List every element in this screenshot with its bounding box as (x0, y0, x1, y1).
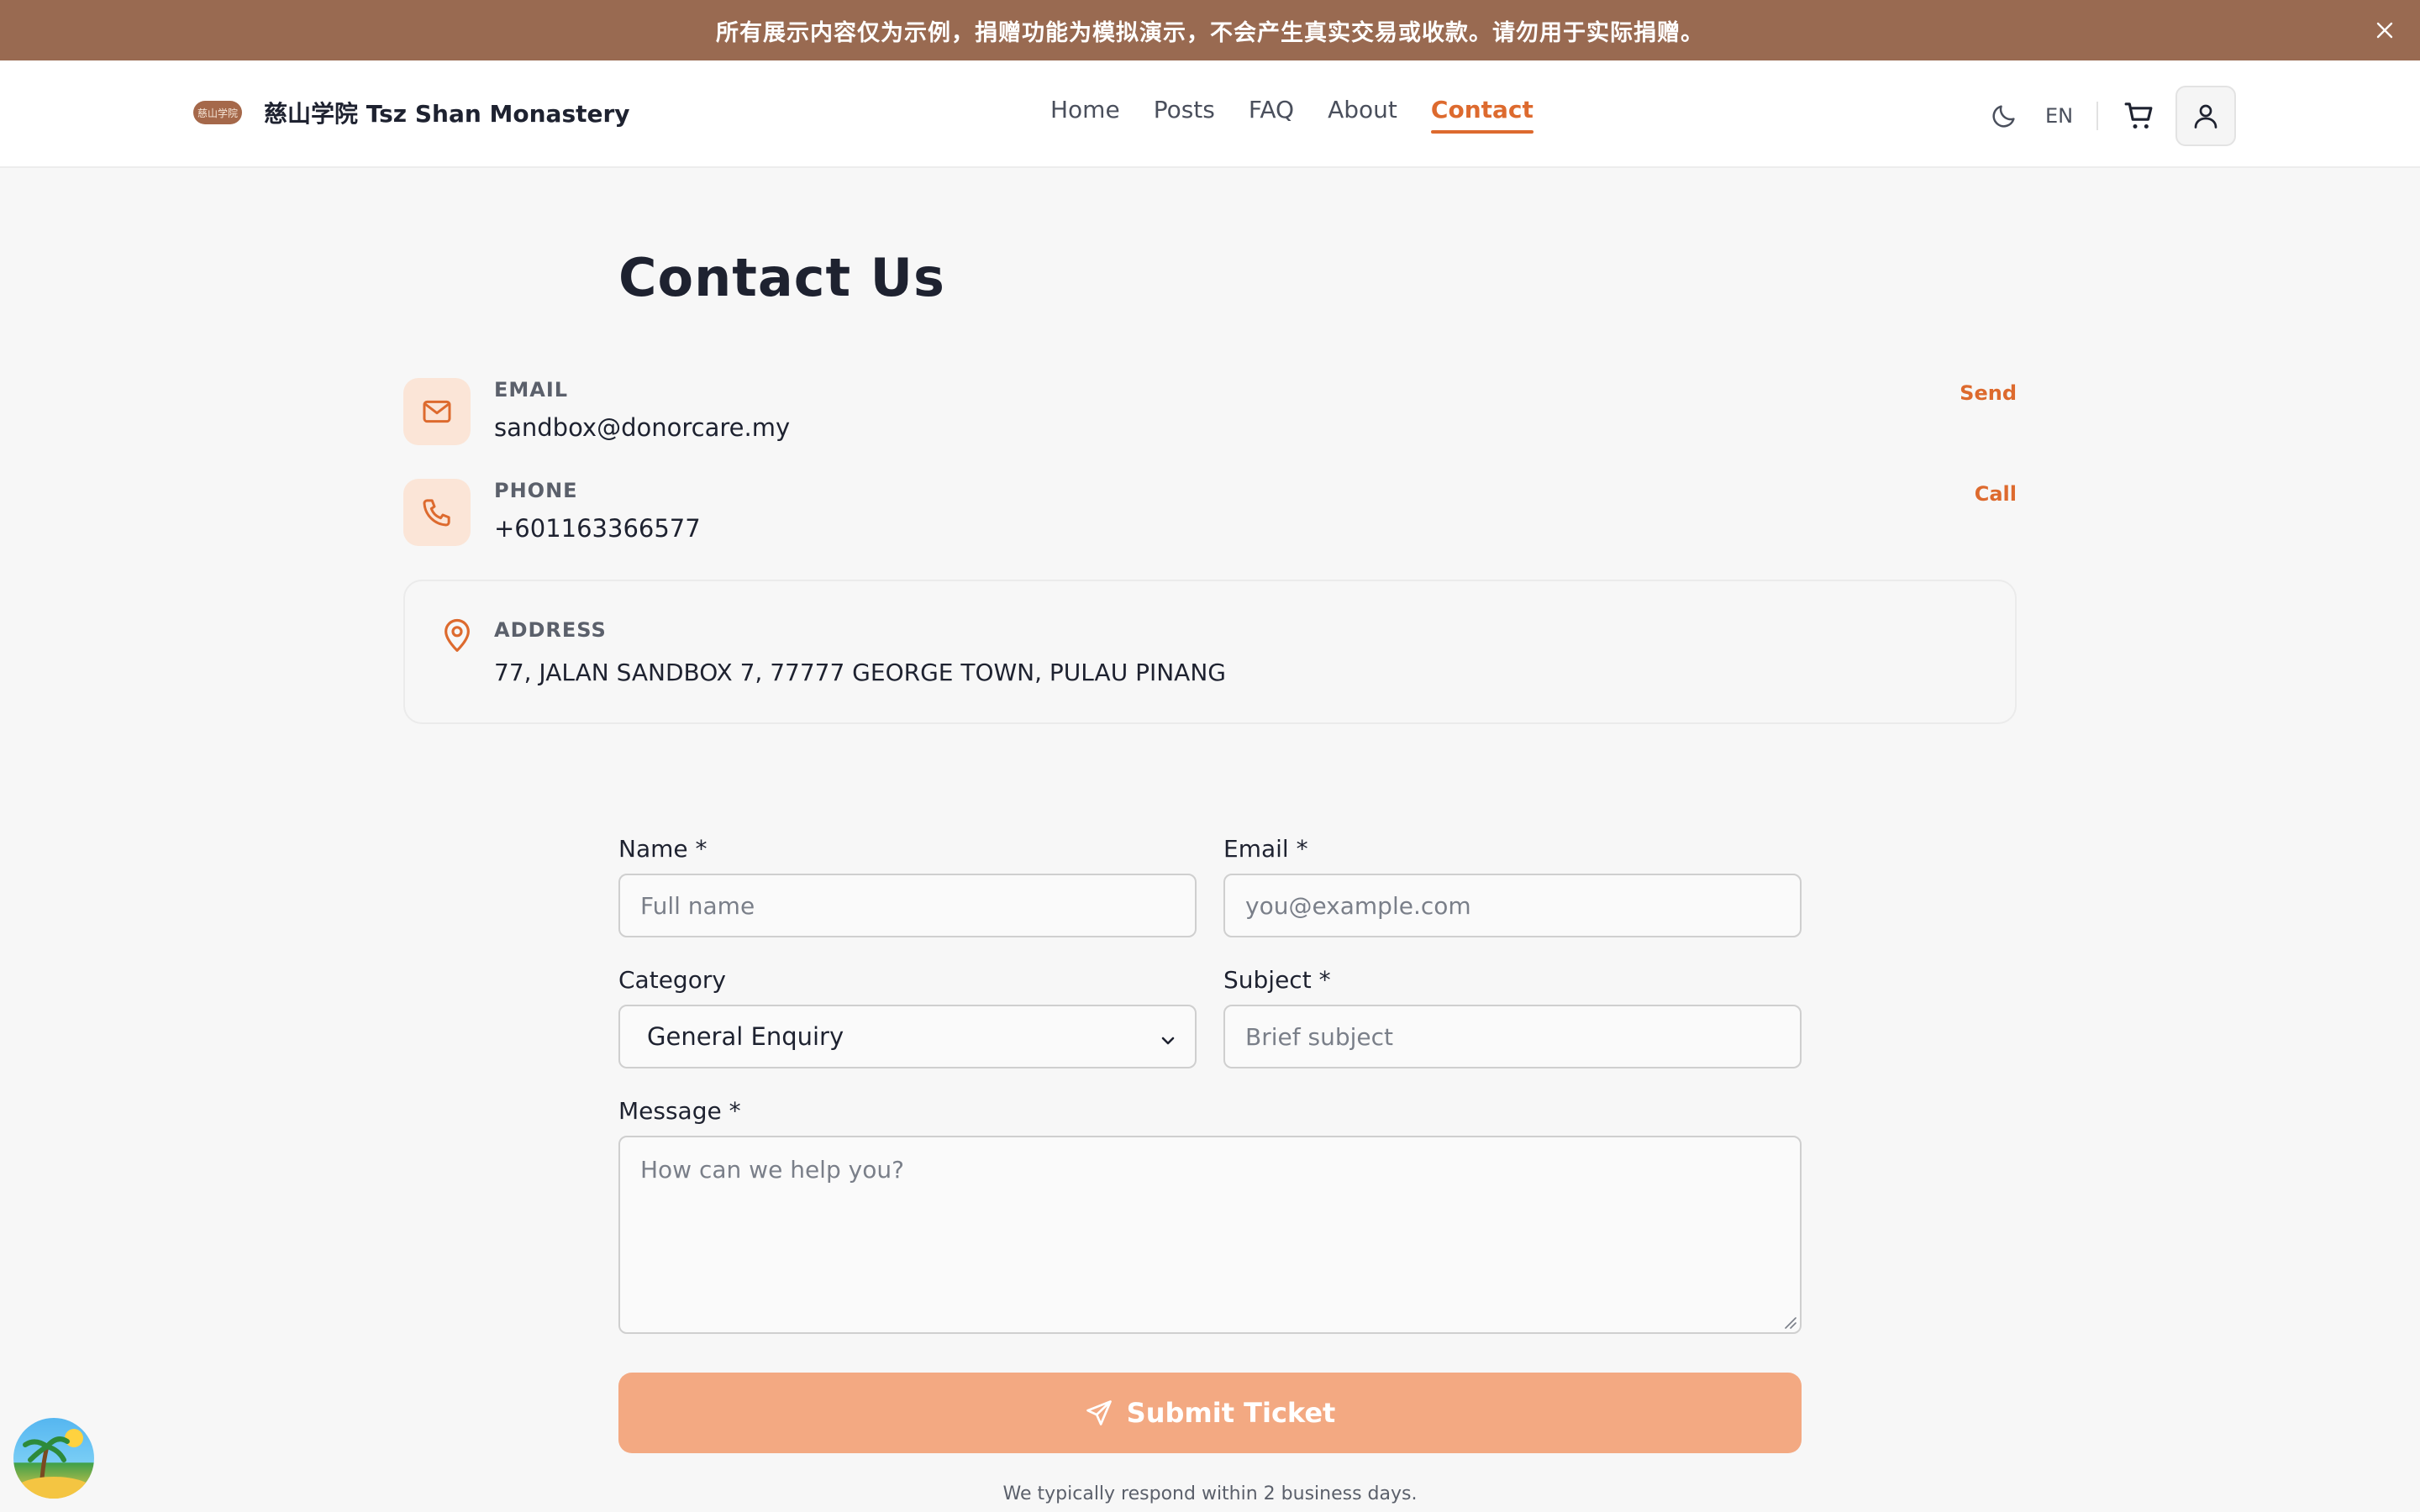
site-header: 慈山学院 慈山学院 Tsz Shan Monastery Home Posts … (0, 60, 2420, 168)
subject-field-label: Subject * (1223, 966, 1331, 994)
message-textarea[interactable] (618, 1136, 1802, 1334)
address-card: ADDRESS 77, JALAN SANDBOX 7, 77777 GEORG… (403, 580, 2017, 724)
email-field-label: Email * (1223, 835, 1308, 863)
close-icon[interactable] (2371, 17, 2398, 44)
brand-home-link[interactable]: 慈山学院 慈山学院 Tsz Shan Monastery (193, 96, 630, 129)
submit-ticket-button[interactable]: Submit Ticket (618, 1373, 1802, 1453)
category-field-label: Category (618, 966, 726, 994)
mail-icon (403, 378, 471, 445)
address-label: ADDRESS (494, 618, 607, 642)
notice-banner-text: 所有展示内容仅为示例，捐赠功能为模拟演示，不会产生真实交易或收款。请勿用于实际捐… (716, 19, 1704, 46)
notice-banner: 所有展示内容仅为示例，捐赠功能为模拟演示，不会产生真实交易或收款。请勿用于实际捐… (0, 0, 2420, 60)
call-phone-link[interactable]: Call (1975, 482, 2017, 506)
header-divider (2096, 102, 2099, 130)
contact-email-row: EMAIL sandbox@donorcare.my Send (403, 378, 2017, 447)
address-value: 77, JALAN SANDBOX 7, 77777 GEORGE TOWN, … (494, 659, 1226, 686)
send-email-link[interactable]: Send (1960, 381, 2017, 405)
name-input[interactable] (618, 874, 1197, 937)
brand-logo: 慈山学院 (193, 101, 242, 124)
phone-label: PHONE (494, 479, 578, 502)
send-icon (1086, 1400, 1112, 1425)
resize-handle-icon[interactable] (1781, 1314, 1797, 1332)
map-pin-icon (440, 617, 474, 657)
category-select[interactable]: General Enquiry (618, 1005, 1197, 1068)
name-field-label: Name * (618, 835, 708, 863)
contact-phone-row: PHONE +601163366577 Call (403, 479, 2017, 548)
island-mascot-icon[interactable] (13, 1418, 94, 1499)
brand-name: 慈山学院 Tsz Shan Monastery (264, 100, 630, 128)
header-tools: EN (1975, 86, 2237, 146)
brand-logo-text: 慈山学院 (197, 107, 238, 119)
nav-posts[interactable]: Posts (1154, 96, 1215, 134)
cart-icon[interactable] (2110, 87, 2169, 145)
nav-faq[interactable]: FAQ (1249, 96, 1294, 134)
nav-about[interactable]: About (1328, 96, 1397, 134)
user-icon[interactable] (2175, 86, 2237, 146)
email-input[interactable] (1223, 874, 1802, 937)
email-label: EMAIL (494, 378, 569, 402)
phone-icon (403, 479, 471, 546)
email-value: sandbox@donorcare.my (494, 413, 791, 442)
page-title: Contact Us (618, 247, 945, 308)
nav-contact[interactable]: Contact (1430, 96, 1534, 134)
nav-home[interactable]: Home (1050, 96, 1120, 134)
category-selected-value: General Enquiry (647, 1022, 844, 1051)
language-switch[interactable]: EN (2045, 104, 2073, 128)
moon-icon[interactable] (1975, 87, 2033, 145)
chevron-down-icon (1158, 1028, 1178, 1057)
response-time-note: We typically respond within 2 business d… (1002, 1483, 1418, 1504)
message-field-label: Message * (618, 1097, 741, 1125)
submit-ticket-label: Submit Ticket (1126, 1397, 1336, 1429)
subject-input[interactable] (1223, 1005, 1802, 1068)
phone-value: +601163366577 (494, 514, 701, 543)
main-nav: Home Posts FAQ About Contact (1050, 96, 1567, 134)
